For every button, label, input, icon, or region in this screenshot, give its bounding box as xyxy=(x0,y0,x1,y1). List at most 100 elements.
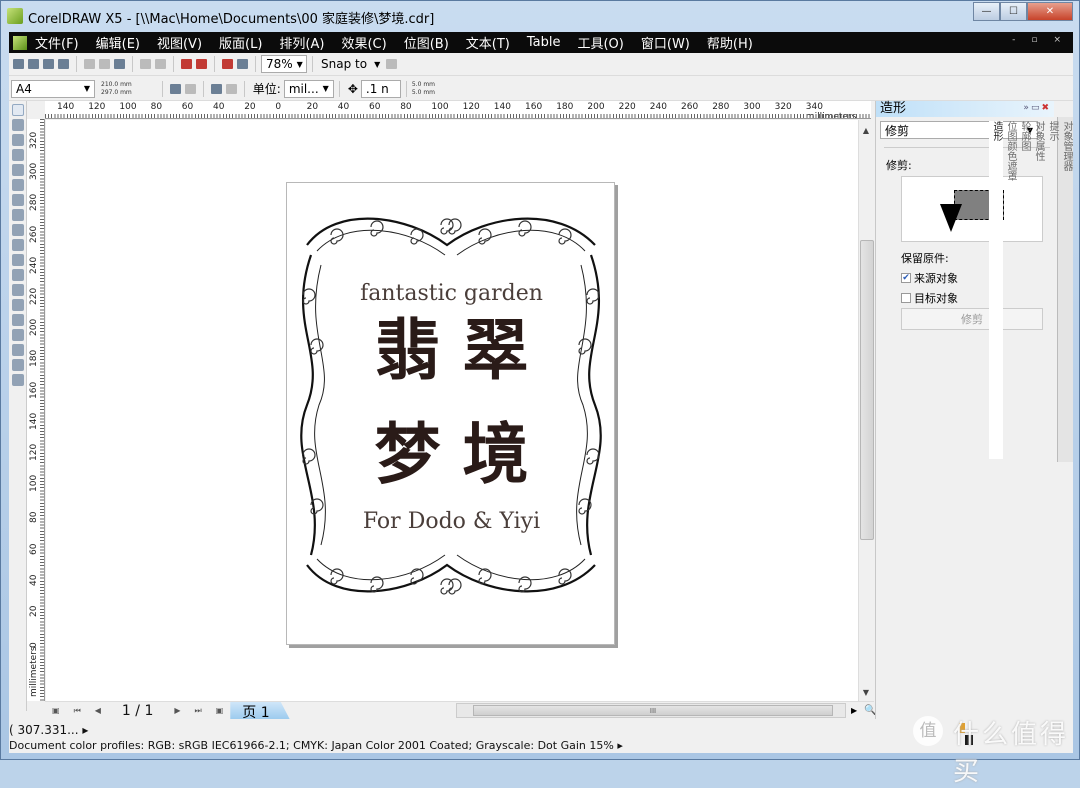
drawing-canvas[interactable]: fantastic garden 翡翠 梦境 For Dodo & Yiyi xyxy=(46,120,858,701)
first-page-icon[interactable]: ⏮ xyxy=(74,706,81,716)
menu-view[interactable]: 视图(V) xyxy=(157,33,202,52)
zoom-level-combo[interactable]: 78% ▼ xyxy=(261,55,307,73)
snap-to-dropdown[interactable]: Snap to xyxy=(321,57,367,71)
docker-expand-icon[interactable]: » xyxy=(1023,103,1029,113)
menu-table[interactable]: Table xyxy=(527,35,561,50)
print-icon[interactable] xyxy=(58,59,69,69)
scroll-right-icon[interactable]: ▶ xyxy=(851,706,857,715)
tab-object-manager[interactable]: 对象管理器 xyxy=(1059,121,1073,459)
menu-arrange[interactable]: 排列(A) xyxy=(279,33,324,52)
title-line-2[interactable]: 梦境 xyxy=(287,421,616,487)
menu-tools[interactable]: 工具(O) xyxy=(577,33,623,52)
redo-icon[interactable] xyxy=(155,59,166,69)
menu-text[interactable]: 文本(T) xyxy=(466,33,510,52)
interactive-fill-tool-icon[interactable] xyxy=(11,374,24,386)
page-size-combo[interactable]: A4 ▼ xyxy=(11,79,95,98)
menu-layout[interactable]: 版面(L) xyxy=(219,33,262,52)
duplicate-x-field[interactable]: 5.0 mm xyxy=(412,81,435,89)
text-tool-icon[interactable] xyxy=(11,254,24,266)
tab-bitmap-color-mask[interactable]: 位图颜色遮罩 xyxy=(1003,121,1017,459)
doc-minimize-button[interactable]: - xyxy=(1012,35,1015,45)
options-icon[interactable] xyxy=(386,59,398,69)
source-object-checkbox[interactable]: ✔ 来源对象 xyxy=(901,270,958,286)
minimize-button[interactable]: — xyxy=(973,2,1000,21)
scroll-down-icon[interactable]: ▼ xyxy=(859,688,873,697)
menu-help[interactable]: 帮助(H) xyxy=(707,33,753,52)
pick-tool-icon[interactable] xyxy=(11,104,24,116)
portrait-icon[interactable] xyxy=(169,83,181,94)
dedication-text[interactable]: For Dodo & Yiyi xyxy=(287,509,616,534)
save-icon[interactable] xyxy=(43,59,54,69)
insert-page-before-icon[interactable]: ▣ xyxy=(52,706,60,715)
menu-edit[interactable]: 编辑(E) xyxy=(96,33,140,52)
tab-object-properties[interactable]: 对象属性 xyxy=(1031,121,1045,459)
open-icon[interactable] xyxy=(28,59,39,69)
copy-icon[interactable] xyxy=(99,59,110,69)
scroll-up-icon[interactable]: ▲ xyxy=(859,126,873,135)
new-icon[interactable] xyxy=(13,59,24,69)
prev-page-icon[interactable]: ◀ xyxy=(95,706,101,715)
shape-tool-icon[interactable] xyxy=(11,119,24,131)
welcome-screen-icon[interactable] xyxy=(237,59,248,69)
paste-icon[interactable] xyxy=(114,59,125,69)
tab-contour[interactable]: 轮廓图 xyxy=(1017,121,1031,459)
duplicate-y-field[interactable]: 5.0 mm xyxy=(412,89,435,97)
undo-icon[interactable] xyxy=(140,59,151,69)
crop-tool-icon[interactable] xyxy=(11,134,24,146)
dimension-tool-icon[interactable] xyxy=(11,284,24,296)
nudge-distance-field[interactable]: .1 n xyxy=(360,79,401,98)
horizontal-scroll-thumb[interactable]: III xyxy=(473,705,833,716)
page-tab-1[interactable]: 页 1 xyxy=(230,702,290,719)
landscape-icon[interactable] xyxy=(184,83,196,94)
target-object-checkbox[interactable]: 目标对象 xyxy=(901,290,958,306)
rectangle-tool-icon[interactable] xyxy=(11,194,24,206)
cursor-coordinates[interactable]: ( 307.331... ▸ xyxy=(9,723,88,737)
page-height-field[interactable]: 297.0 mm xyxy=(101,89,132,97)
export-icon[interactable] xyxy=(196,59,207,69)
close-button[interactable]: ✕ xyxy=(1027,2,1073,21)
ellipse-tool-icon[interactable] xyxy=(11,209,24,221)
next-page-icon[interactable]: ▶ xyxy=(174,706,180,715)
subtitle-fantastic-garden[interactable]: fantastic garden xyxy=(287,281,616,306)
vertical-scrollbar[interactable]: ▲ ▼ xyxy=(858,120,874,701)
page[interactable]: fantastic garden 翡翠 梦境 For Dodo & Yiyi xyxy=(286,182,615,645)
all-pages-icon[interactable] xyxy=(210,83,222,94)
doc-restore-button[interactable]: ▫ xyxy=(1031,35,1037,45)
smart-fill-tool-icon[interactable] xyxy=(11,179,24,191)
ornamental-floral-frame[interactable] xyxy=(297,205,605,605)
docker-minimize-icon[interactable]: ▭ xyxy=(1031,103,1040,113)
insert-page-after-icon[interactable]: ▣ xyxy=(216,706,224,715)
document-icon[interactable] xyxy=(13,35,27,50)
maximize-button[interactable]: ☐ xyxy=(1000,2,1027,21)
table-tool-icon[interactable] xyxy=(11,269,24,281)
basic-shapes-tool-icon[interactable] xyxy=(11,239,24,251)
title-line-1[interactable]: 翡翠 xyxy=(287,317,616,383)
polygon-tool-icon[interactable] xyxy=(11,224,24,236)
zoom-tool-icon[interactable] xyxy=(11,149,24,161)
menu-bitmaps[interactable]: 位图(B) xyxy=(404,33,449,52)
tab-shaping[interactable]: 造形 xyxy=(989,121,1003,459)
docker-close-icon[interactable]: ✖ xyxy=(1041,103,1049,113)
menu-file[interactable]: 文件(F) xyxy=(35,33,79,52)
horizontal-scrollbar[interactable]: III xyxy=(456,703,846,718)
outline-tool-icon[interactable] xyxy=(11,344,24,356)
horizontal-ruler[interactable]: 140 120 100 80 60 40 20 0 20 40 60 80 100 120 140 160 18… xyxy=(45,101,871,119)
menu-window[interactable]: 窗口(W) xyxy=(641,33,690,52)
last-page-icon[interactable]: ⏭ xyxy=(195,706,202,716)
app-launcher-icon[interactable] xyxy=(222,59,233,69)
doc-close-button[interactable]: × xyxy=(1053,35,1061,45)
import-icon[interactable] xyxy=(181,59,192,69)
vertical-scroll-thumb[interactable] xyxy=(860,240,874,540)
tab-hints[interactable]: 提示 xyxy=(1045,121,1059,459)
page-width-field[interactable]: 210.0 mm xyxy=(101,81,132,89)
freehand-tool-icon[interactable] xyxy=(11,164,24,176)
cut-icon[interactable] xyxy=(84,59,95,69)
eyedropper-tool-icon[interactable] xyxy=(11,329,24,341)
color-profiles-status[interactable]: Document color profiles: RGB: sRGB IEC61… xyxy=(9,739,623,752)
current-page-icon[interactable] xyxy=(225,83,237,94)
connector-tool-icon[interactable] xyxy=(11,299,24,311)
units-combo[interactable]: mil... ▼ xyxy=(283,79,334,98)
menu-effects[interactable]: 效果(C) xyxy=(341,33,386,52)
blend-tool-icon[interactable] xyxy=(11,314,24,326)
fill-tool-icon[interactable] xyxy=(11,359,24,371)
